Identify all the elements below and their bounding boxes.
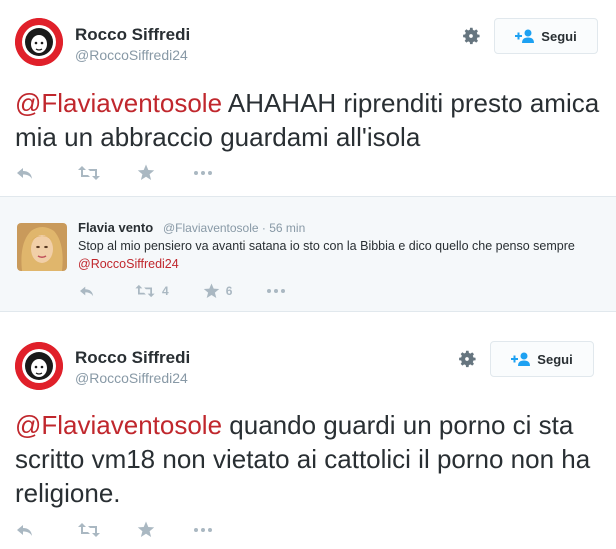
quoted-meta: @Flaviaventosole · 56 min	[163, 221, 305, 235]
reply-icon[interactable]	[15, 165, 35, 181]
tweet-1: Rocco Siffredi @RoccoSiffredi24 Segui @F…	[0, 0, 616, 196]
favorite-button[interactable]: 6	[203, 283, 233, 299]
more-icon[interactable]	[193, 170, 213, 176]
follow-label: Segui	[541, 28, 577, 44]
quoted-avatar-image	[17, 223, 67, 271]
avatar-image	[15, 342, 63, 390]
more-icon[interactable]	[193, 527, 213, 533]
gear-icon[interactable]	[456, 348, 478, 370]
user-handle[interactable]: @RoccoSiffredi24	[75, 47, 188, 63]
add-user-icon	[511, 352, 531, 366]
quoted-handle[interactable]: @Flaviaventosole	[163, 221, 259, 235]
more-icon[interactable]	[266, 288, 286, 294]
quoted-text: Stop al mio pensiero va avanti satana io…	[78, 237, 588, 273]
retweet-button[interactable]: 4	[134, 284, 169, 298]
quoted-display-name[interactable]: Flavia vento	[78, 220, 153, 235]
mention-link[interactable]: @Flaviaventosole	[15, 410, 222, 440]
retweet-icon[interactable]	[77, 165, 101, 181]
favorite-count: 6	[225, 284, 233, 298]
avatar-image	[15, 18, 63, 66]
avatar[interactable]	[15, 342, 63, 390]
gear-icon[interactable]	[460, 25, 482, 47]
retweet-count: 4	[162, 284, 169, 298]
follow-button[interactable]: Segui	[494, 18, 598, 54]
tweet-text: @Flaviaventosole quando guardi un porno …	[15, 408, 595, 510]
quoted-avatar[interactable]	[17, 223, 67, 271]
star-icon	[203, 283, 219, 299]
tweet-2: Rocco Siffredi @RoccoSiffredi24 Segui @F…	[0, 322, 616, 549]
tweet-actions	[15, 164, 213, 181]
avatar[interactable]	[15, 18, 63, 66]
tweet-actions	[15, 521, 213, 538]
display-name[interactable]: Rocco Siffredi	[75, 25, 190, 45]
reply-icon[interactable]	[15, 522, 35, 538]
mention-link[interactable]: @Flaviaventosole	[15, 88, 222, 118]
follow-label: Segui	[537, 351, 573, 367]
quoted-actions: 4 6	[78, 283, 286, 299]
display-name[interactable]: Rocco Siffredi	[75, 348, 190, 368]
quoted-timestamp[interactable]: · 56 min	[262, 221, 305, 235]
quoted-body: Stop al mio pensiero va avanti satana io…	[78, 239, 575, 253]
retweet-icon[interactable]	[77, 522, 101, 538]
reply-icon[interactable]	[78, 284, 96, 298]
quoted-tweet[interactable]: Flavia vento @Flaviaventosole · 56 min S…	[0, 196, 616, 312]
star-icon[interactable]	[137, 521, 155, 538]
user-handle[interactable]: @RoccoSiffredi24	[75, 370, 188, 386]
quoted-mention-link[interactable]: @RoccoSiffredi24	[78, 257, 179, 271]
tweet-text: @Flaviaventosole AHAHAH riprenditi prest…	[15, 86, 605, 154]
star-icon[interactable]	[137, 164, 155, 181]
add-user-icon	[515, 29, 535, 43]
retweet-icon	[135, 284, 155, 298]
follow-button[interactable]: Segui	[490, 341, 594, 377]
